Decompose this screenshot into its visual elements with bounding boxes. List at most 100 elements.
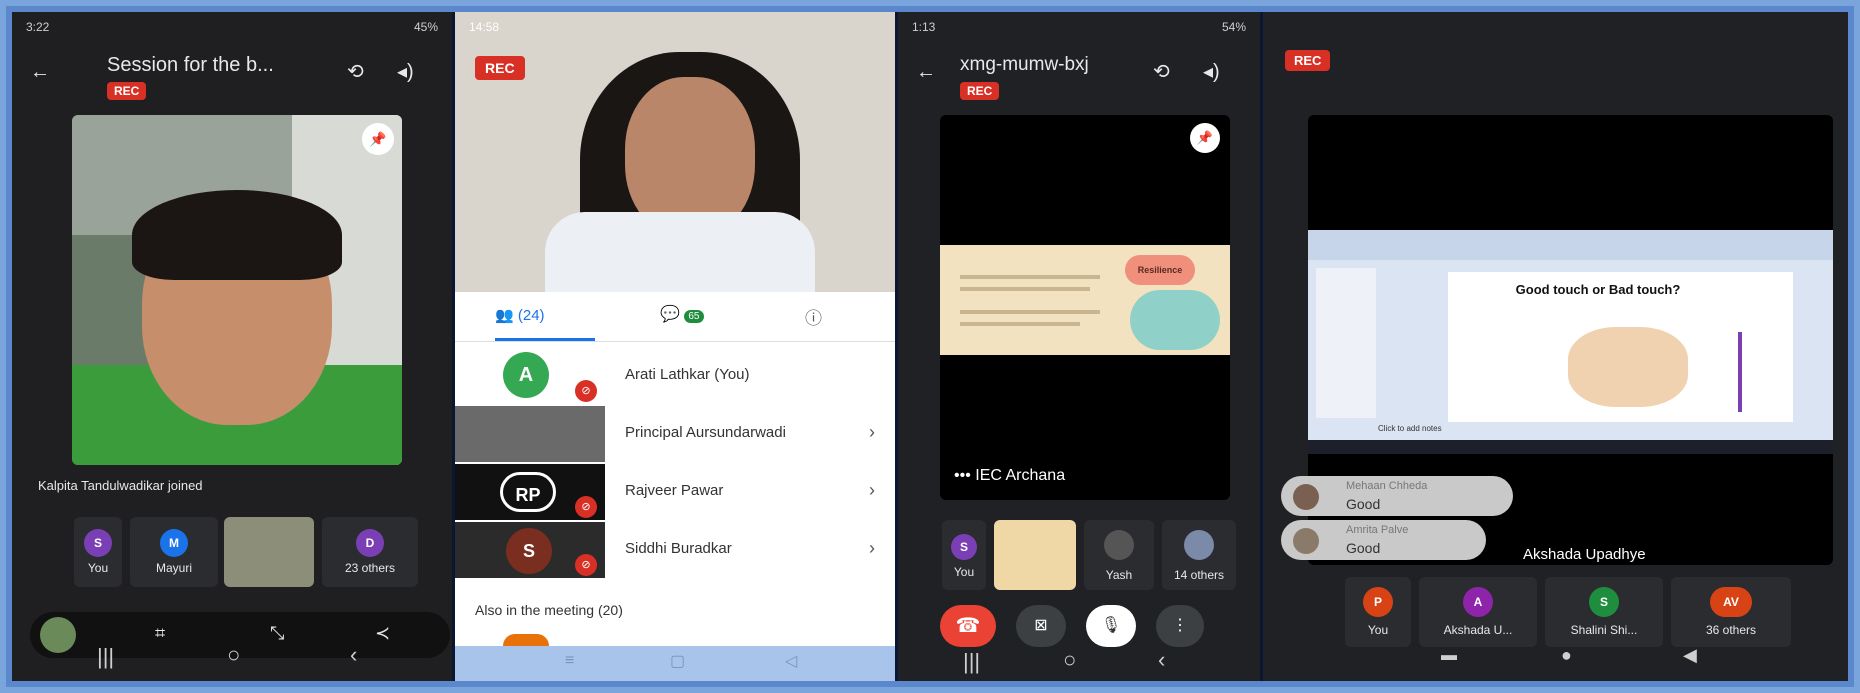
status-time: 14:58 (469, 20, 500, 34)
meeting-code[interactable]: xmg-mumw-bxj (960, 54, 1089, 76)
tile-you[interactable]: S You (942, 520, 986, 590)
chevron-right-icon[interactable]: › (869, 538, 875, 559)
tab-info[interactable]: ⓘ (805, 304, 822, 329)
avatar: A (1463, 587, 1493, 617)
presentation-video[interactable]: 📌 Resilience ••• IEC Archana (940, 115, 1230, 500)
avatar (1293, 484, 1319, 510)
participant-row[interactable]: S ⊘ Siddhi Buradkar › (455, 520, 895, 578)
tile-screen-share[interactable] (994, 520, 1076, 590)
status-bar: 14:58 (469, 20, 881, 38)
mic-off-icon: ⊘ (575, 380, 597, 402)
more-options-button[interactable]: ⋮ (1156, 605, 1204, 647)
tile-you[interactable]: S You (74, 517, 122, 587)
more-dots-icon[interactable]: ••• (954, 467, 971, 484)
rec-badge: REC (960, 82, 1000, 100)
tile-akshada[interactable]: A Akshada U... (1419, 577, 1537, 647)
presenter-name: Akshada Upadhye (1523, 546, 1646, 563)
nav-back-icon[interactable]: ‹ (1158, 647, 1165, 673)
nav-recents-icon[interactable]: ||| (97, 644, 114, 670)
participant-video-thumb (455, 406, 605, 462)
meet-presentation-screen: REC Good touch or Bad touch? Click to ad… (1263, 12, 1848, 681)
shared-slide: Resilience (940, 245, 1230, 355)
tile-label: You (953, 565, 975, 579)
avatar: S (506, 528, 552, 574)
presenter-name-label: ••• IEC Archana (954, 467, 1065, 485)
back-arrow-icon[interactable]: ← (30, 62, 50, 82)
switch-camera-icon[interactable]: ⟲ (1153, 62, 1170, 82)
chat-icon: 💬 (660, 306, 680, 323)
mic-off-icon: ⊘ (575, 496, 597, 518)
battery-level: 45% (413, 20, 438, 34)
end-call-button[interactable]: ☎ (940, 605, 996, 647)
share-icon[interactable]: ≺ (375, 624, 390, 642)
crop-icon[interactable]: ⤡ (270, 624, 284, 642)
chevron-right-icon[interactable]: › (869, 480, 875, 501)
avatar: P (1363, 587, 1393, 617)
chat-sender: Amrita Palve (1346, 524, 1409, 536)
join-notification: Kalpita Tandulwadikar joined (38, 478, 203, 493)
tab-people[interactable]: 👥 (24) (495, 306, 545, 324)
participant-name: Principal Aursundarwadi (625, 424, 786, 441)
tab-bar: 👥 (24) 💬 65 ⓘ (455, 292, 895, 342)
avatar: A (503, 352, 549, 398)
meeting-title[interactable]: Session for the b... (107, 54, 274, 77)
participant-row[interactable]: RP ⊘ Rajveer Pawar › (455, 462, 895, 520)
slide: Good touch or Bad touch? (1448, 272, 1793, 422)
participant-name: Arati Lathkar (You) (625, 366, 750, 383)
speaker-video[interactable]: 14:58 REC (455, 12, 895, 292)
nav-back-icon[interactable]: ◁ (785, 651, 797, 671)
avatar: D (356, 529, 384, 557)
tile-label: 23 others (344, 561, 396, 575)
rec-badge: REC (1285, 50, 1331, 71)
tile-label: Akshada U... (1443, 623, 1513, 637)
participant-name: Siddhi Buradkar (625, 540, 732, 557)
speaker-icon[interactable]: ◂) (1203, 62, 1220, 82)
nav-recents-icon[interactable]: ≡ (565, 652, 574, 670)
participant-name: Rajveer Pawar (625, 482, 724, 499)
pin-icon[interactable]: 📌 (1190, 123, 1220, 153)
tile-label: Mayuri (155, 561, 192, 575)
slide-title: Good touch or Bad touch? (1515, 282, 1681, 297)
tile-others[interactable]: D 23 others (322, 517, 418, 587)
tile-others[interactable]: AV 36 others (1671, 577, 1791, 647)
status-bar: 3:22 45% (26, 20, 438, 38)
avatar: AV (1710, 587, 1752, 617)
pin-icon[interactable]: 📌 (362, 123, 394, 155)
nav-home-icon[interactable]: ○ (1063, 647, 1076, 673)
nav-recents-icon[interactable]: ||| (963, 649, 980, 675)
shared-powerpoint: Good touch or Bad touch? Click to add no… (1308, 230, 1833, 440)
tile-you[interactable]: P You (1345, 577, 1411, 647)
speaker-icon[interactable]: ◂) (397, 62, 414, 82)
participant-video[interactable]: 📌 (72, 115, 402, 465)
active-tab-indicator (495, 338, 595, 341)
tile-label: Yash (1105, 568, 1133, 582)
presenter-name: IEC Archana (975, 467, 1066, 484)
tab-chat[interactable]: 💬 65 (660, 304, 704, 324)
chat-bubble: Amrita Palve Good (1281, 520, 1486, 560)
tile-others[interactable]: 14 others (1162, 520, 1236, 590)
switch-camera-icon[interactable]: ⟲ (347, 62, 364, 82)
mic-toggle-button[interactable]: 🎙 (1086, 605, 1136, 647)
tile-shalini[interactable]: S Shalini Shi... (1545, 577, 1663, 647)
chevron-right-icon[interactable]: › (869, 422, 875, 443)
tile-mayuri[interactable]: M Mayuri (130, 517, 218, 587)
participant-row[interactable]: A ⊘ Arati Lathkar (You) (455, 346, 895, 404)
nav-home-icon[interactable]: ○ (227, 642, 240, 668)
screenshot-icon[interactable]: ⌗ (155, 624, 165, 642)
nav-recents-icon[interactable]: ▬ (1441, 647, 1457, 665)
tile-video-thumbnail[interactable] (224, 517, 314, 587)
tile-yash[interactable]: Yash (1084, 520, 1154, 590)
nav-home-icon[interactable]: ● (1561, 645, 1572, 666)
tile-label: 14 others (1173, 568, 1225, 582)
nav-back-icon[interactable]: ◀ (1683, 645, 1697, 666)
avatar (1104, 530, 1134, 560)
meet-call-screen-1: 3:22 45% ← Session for the b... ⟲ ◂) REC… (12, 12, 452, 681)
back-arrow-icon[interactable]: ← (916, 62, 936, 82)
bottom-bar: ≡ ▢ ◁ (455, 646, 895, 681)
status-bar: 1:13 54% (912, 20, 1246, 38)
nav-home-icon[interactable]: ▢ (670, 651, 685, 671)
participant-row[interactable]: Principal Aursundarwadi › (455, 404, 895, 462)
tile-label: Shalini Shi... (1570, 623, 1638, 637)
nav-back-icon[interactable]: ‹ (350, 642, 357, 668)
camera-off-button[interactable]: ⊠ (1016, 605, 1066, 647)
